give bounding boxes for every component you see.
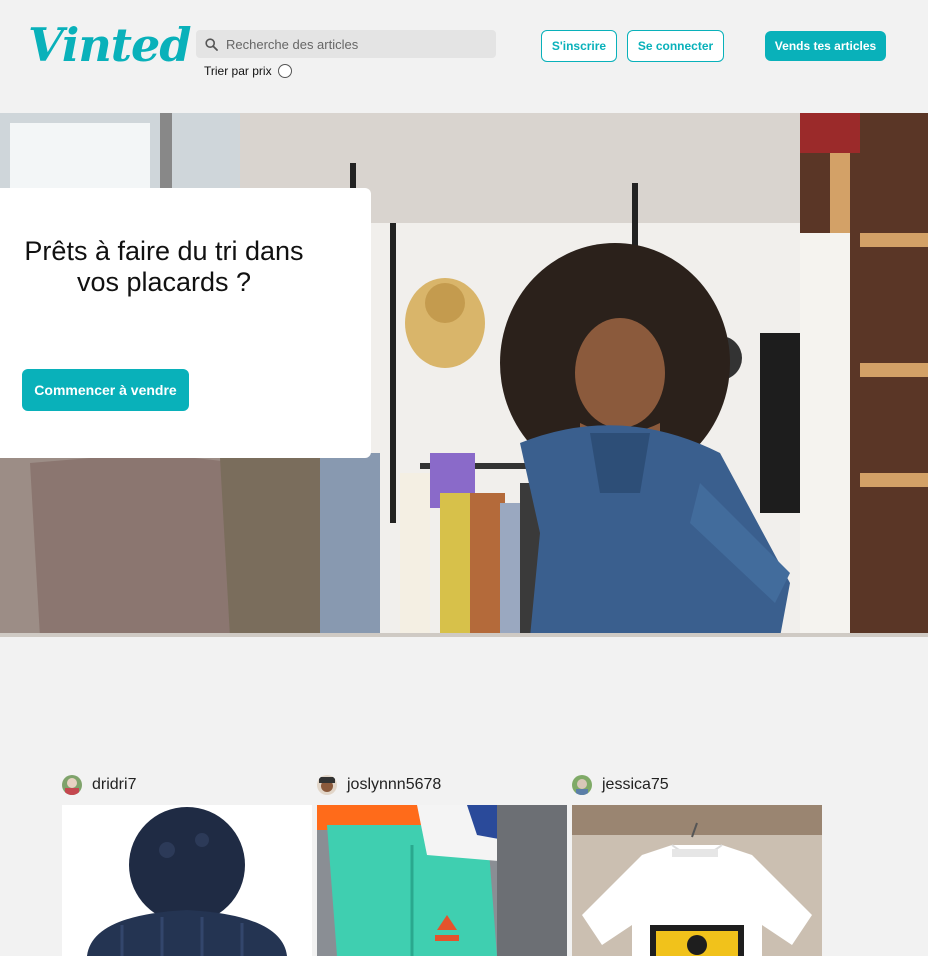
search-bar[interactable] bbox=[196, 30, 496, 58]
sort-radio[interactable] bbox=[277, 64, 292, 78]
avatar[interactable] bbox=[62, 775, 82, 795]
search-icon bbox=[196, 30, 226, 58]
login-button[interactable]: Se connecter bbox=[627, 30, 724, 62]
item-card[interactable]: jessica75 bbox=[572, 772, 822, 956]
item-card[interactable]: dridri7 bbox=[62, 772, 312, 956]
sell-items-button[interactable]: Vends tes articles bbox=[765, 31, 886, 61]
item-photo[interactable] bbox=[572, 805, 822, 956]
header: Vinted Trier par prix S'inscrire Se conn… bbox=[0, 0, 928, 113]
avatar[interactable] bbox=[317, 775, 337, 795]
hero-card: Prêts à faire du tri dans vos placards ?… bbox=[0, 188, 371, 458]
start-selling-button[interactable]: Commencer à vendre bbox=[22, 369, 189, 411]
item-photo[interactable] bbox=[317, 805, 567, 956]
item-user[interactable]: joslynnn5678 bbox=[317, 774, 441, 796]
item-card[interactable]: joslynnn5678 bbox=[317, 772, 567, 956]
signup-button[interactable]: S'inscrire bbox=[541, 30, 617, 62]
username[interactable]: dridri7 bbox=[92, 776, 136, 794]
sort-label: Trier par prix bbox=[204, 64, 272, 78]
username[interactable]: joslynnn5678 bbox=[347, 776, 441, 794]
vinted-logo[interactable]: Vinted bbox=[28, 22, 191, 68]
hero-banner: Prêts à faire du tri dans vos placards ?… bbox=[0, 113, 928, 637]
hero-title: Prêts à faire du tri dans vos placards ? bbox=[24, 236, 304, 297]
page: Vinted Trier par prix S'inscrire Se conn… bbox=[0, 0, 928, 956]
avatar[interactable] bbox=[572, 775, 592, 795]
search-input[interactable] bbox=[226, 30, 486, 58]
sort-by-price[interactable]: Trier par prix bbox=[204, 64, 292, 78]
username[interactable]: jessica75 bbox=[602, 776, 669, 794]
item-feed: dridri7 joslynnn5678 jessica75 bbox=[62, 772, 822, 956]
item-photo[interactable] bbox=[62, 805, 312, 956]
item-user[interactable]: dridri7 bbox=[62, 774, 136, 796]
item-user[interactable]: jessica75 bbox=[572, 774, 669, 796]
